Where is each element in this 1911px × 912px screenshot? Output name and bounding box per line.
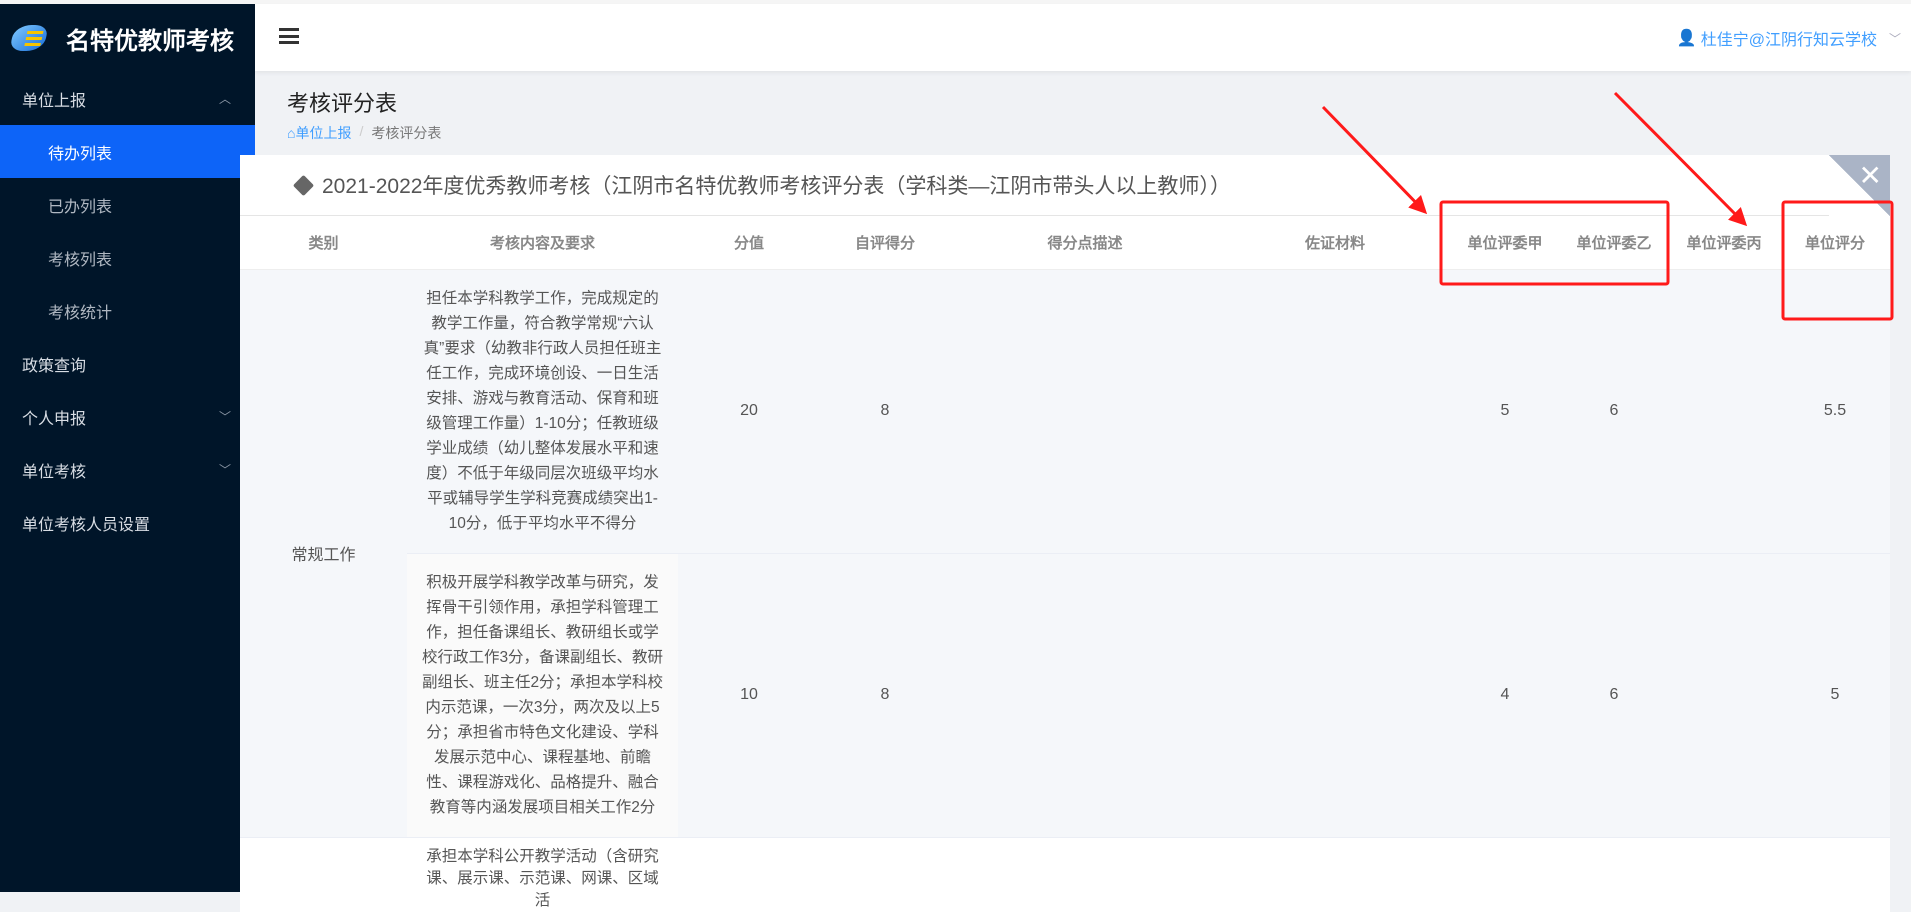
unit-score-cell: 5 xyxy=(1780,553,1890,838)
judge-c-cell xyxy=(1668,553,1780,838)
score-cell xyxy=(678,837,820,912)
evidence-cell xyxy=(1220,837,1450,912)
breadcrumb-current: 考核评分表 xyxy=(371,125,442,141)
sidebar-item-label: 单位上报 xyxy=(22,92,87,110)
category-cell xyxy=(240,837,407,912)
chevron-down-icon: ﹀ xyxy=(218,410,231,424)
judge-b-cell: 6 xyxy=(1560,553,1668,838)
close-button[interactable]: ✕ xyxy=(1829,155,1890,216)
evidence-cell xyxy=(1220,553,1450,838)
sidebar-item-label: 政策查询 xyxy=(22,357,87,375)
card-header: 2021-2022年度优秀教师考核（江阴市名特优教师考核评分表（学科类—江阴市带… xyxy=(240,155,1890,216)
breadcrumb-home[interactable]: ⌂单位上报 xyxy=(287,123,351,143)
breadcrumb-separator: / xyxy=(359,123,364,139)
score-cell: 10 xyxy=(678,553,820,838)
tag-icon xyxy=(292,174,315,197)
sidebar-item-policy[interactable]: 政策查询 xyxy=(0,337,255,390)
unit-score-cell: 5.5 xyxy=(1780,269,1890,554)
breadcrumb-link: 单位上报 xyxy=(295,125,352,141)
col-unit-score: 单位评分 xyxy=(1780,216,1890,270)
col-description: 得分点描述 xyxy=(950,216,1220,270)
self-score-cell: 8 xyxy=(820,269,950,554)
col-content: 考核内容及要求 xyxy=(407,216,678,270)
sidebar-item-staff-settings[interactable]: 单位考核人员设置 xyxy=(0,496,255,549)
col-score: 分值 xyxy=(678,216,820,270)
sidebar-item-assessment-list[interactable]: 考核列表 xyxy=(0,231,255,284)
self-score-cell: 8 xyxy=(820,553,950,838)
user-name: 杜佳宁@江阴行知云学校 xyxy=(1700,32,1877,49)
unit-score-cell xyxy=(1780,837,1890,912)
sidebar-item-unit-report[interactable]: 单位上报 ︿ xyxy=(0,72,255,125)
table-row: 承担本学科公开教学活动（含研究课、展示课、示范课、网课、区域活 xyxy=(240,837,1890,912)
judge-a-cell: 4 xyxy=(1450,553,1560,838)
self-score-cell xyxy=(820,837,950,912)
col-category: 类别 xyxy=(240,216,407,270)
sidebar-item-label: 考核统计 xyxy=(48,304,113,322)
sidebar-item-unit-assessment[interactable]: 单位考核 ﹀ xyxy=(0,443,255,496)
chevron-up-icon: ︿ xyxy=(218,92,231,106)
description-cell xyxy=(950,269,1220,554)
col-judge-b: 单位评委乙 xyxy=(1560,216,1668,270)
col-judge-a: 单位评委甲 xyxy=(1450,216,1560,270)
content-cell: 担任本学科教学工作，完成规定的教学工作量，符合教学常规“六认真”要求（幼教非行政… xyxy=(407,269,678,554)
sidebar-item-personal-report[interactable]: 个人申报 ﹀ xyxy=(0,390,255,443)
judge-b-cell xyxy=(1560,837,1668,912)
chevron-down-icon: ﹀ xyxy=(218,463,231,477)
page-title: 考核评分表 xyxy=(287,91,398,116)
content-cell: 承担本学科公开教学活动（含研究课、展示课、示范课、网课、区域活 xyxy=(407,837,678,912)
sidebar-item-label: 单位考核人员设置 xyxy=(22,516,151,534)
judge-c-cell xyxy=(1668,269,1780,554)
judge-b-cell: 6 xyxy=(1560,269,1668,554)
col-judge-c: 单位评委丙 xyxy=(1668,216,1780,270)
judge-a-cell xyxy=(1450,837,1560,912)
score-table: 类别 考核内容及要求 分值 自评得分 得分点描述 佐证材料 单位评委甲 单位评委… xyxy=(240,216,1890,912)
close-icon: ✕ xyxy=(1858,160,1882,191)
description-cell xyxy=(950,837,1220,912)
app-title: 名特优教师考核 xyxy=(66,27,234,55)
app-logo[interactable]: 名特优教师考核 xyxy=(0,4,255,72)
menu-toggle-icon[interactable] xyxy=(279,28,299,44)
judge-a-cell: 5 xyxy=(1450,269,1560,554)
chevron-down-icon: ﹀ xyxy=(1888,31,1901,46)
judge-c-cell xyxy=(1668,837,1780,912)
sidebar-item-label: 考核列表 xyxy=(48,251,113,269)
sidebar-item-label: 待办列表 xyxy=(48,145,113,163)
card-title: 2021-2022年度优秀教师考核（江阴市名特优教师考核评分表（学科类—江阴市带… xyxy=(322,175,1231,198)
evidence-cell xyxy=(1220,269,1450,554)
sidebar-item-todo[interactable]: 待办列表 xyxy=(0,125,255,178)
sidebar-item-label: 已办列表 xyxy=(48,198,113,216)
col-evidence: 佐证材料 xyxy=(1220,216,1450,270)
col-self-score: 自评得分 xyxy=(820,216,950,270)
category-cell: 常规工作 xyxy=(240,269,407,838)
breadcrumb: ⌂单位上报 / 考核评分表 xyxy=(287,123,441,143)
score-card: 2021-2022年度优秀教师考核（江阴市名特优教师考核评分表（学科类—江阴市带… xyxy=(240,155,1890,912)
sidebar-item-assessment-stats[interactable]: 考核统计 xyxy=(0,284,255,337)
score-cell: 20 xyxy=(678,269,820,554)
sidebar-item-label: 单位考核 xyxy=(22,463,87,481)
sidebar-item-done[interactable]: 已办列表 xyxy=(0,178,255,231)
user-menu[interactable]: 👤 杜佳宁@江阴行知云学校 ﹀ xyxy=(1677,26,1901,50)
sidebar: 名特优教师考核 单位上报 ︿ 待办列表 已办列表 考核列表 考核统计 政策查询 个… xyxy=(0,4,255,892)
top-bar: 👤 杜佳宁@江阴行知云学校 ﹀ xyxy=(255,4,1911,71)
table-header: 类别 考核内容及要求 分值 自评得分 得分点描述 佐证材料 单位评委甲 单位评委… xyxy=(240,216,1890,270)
table-row: 常规工作 担任本学科教学工作，完成规定的教学工作量，符合教学常规“六认真”要求（… xyxy=(240,269,1890,838)
sidebar-item-label: 个人申报 xyxy=(22,410,87,428)
content-cell: 积极开展学科教学改革与研究，发挥骨干引领作用，承担学科管理工作，担任备课组长、教… xyxy=(407,553,678,838)
table-row: 积极开展学科教学改革与研究，发挥骨干引领作用，承担学科管理工作，担任备课组长、教… xyxy=(240,553,1890,838)
user-icon: 👤 xyxy=(1676,30,1697,47)
logo-icon xyxy=(9,25,49,51)
description-cell xyxy=(950,553,1220,838)
